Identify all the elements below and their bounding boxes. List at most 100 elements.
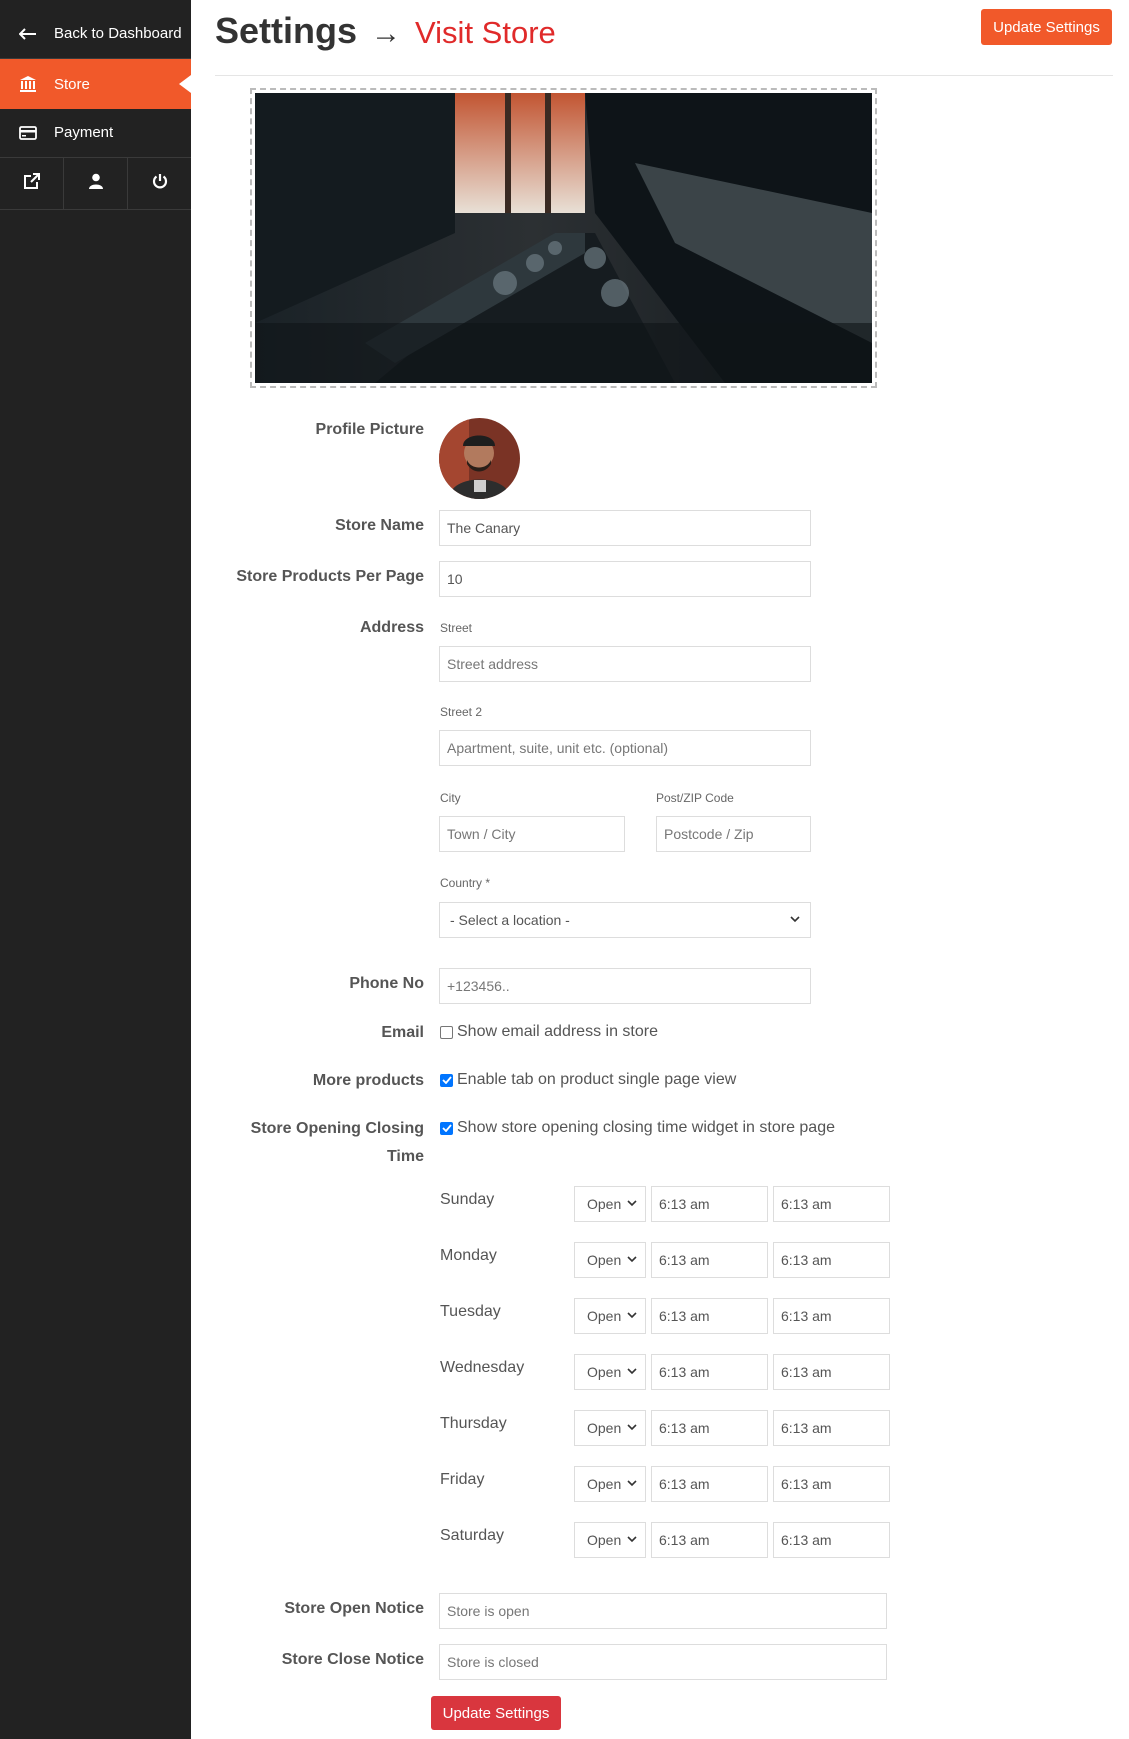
store-name-input[interactable]: The Canary: [439, 510, 811, 546]
street2-input[interactable]: Apartment, suite, unit etc. (optional): [439, 730, 811, 766]
opening-time-input[interactable]: 6:13 am: [651, 1186, 768, 1222]
arrow-left-icon: [8, 27, 48, 40]
day-status-value: Open: [587, 1476, 622, 1492]
sidebar: Back to Dashboard Store Payment: [0, 0, 191, 1739]
phone-input[interactable]: +123456..: [439, 968, 811, 1004]
chevron-down-icon: [627, 1311, 637, 1322]
day-status-select[interactable]: Open: [574, 1522, 646, 1558]
day-label: Friday: [440, 1471, 485, 1488]
opening-time-input[interactable]: 6:13 am: [651, 1466, 768, 1502]
opening-checkbox-row[interactable]: Show store opening closing time widget i…: [440, 1119, 835, 1137]
chevron-down-icon: [790, 915, 800, 926]
city-input[interactable]: Town / City: [439, 816, 625, 852]
user-icon: [88, 173, 103, 194]
back-to-dashboard-label: Back to Dashboard: [54, 25, 182, 42]
closing-time-input[interactable]: 6:13 am: [773, 1186, 890, 1222]
closing-time-input[interactable]: 6:13 am: [773, 1354, 890, 1390]
day-status-value: Open: [587, 1252, 622, 1268]
profile-avatar[interactable]: [439, 418, 520, 499]
opening-time-input[interactable]: 6:13 am: [651, 1298, 768, 1334]
country-select[interactable]: - Select a location -: [439, 902, 811, 938]
closing-time-input[interactable]: 6:13 am: [773, 1522, 890, 1558]
sidebar-item-label: Store: [54, 75, 90, 93]
update-settings-bottom-button[interactable]: Update Settings: [431, 1696, 561, 1730]
back-to-dashboard-link[interactable]: Back to Dashboard: [0, 9, 191, 59]
email-checkbox-label: Show email address in store: [457, 1023, 658, 1040]
day-label: Sunday: [440, 1191, 495, 1208]
logout-button[interactable]: [128, 158, 191, 209]
external-link-icon: [23, 172, 40, 195]
opening-closing-label-line2: Time: [386, 1148, 424, 1165]
opening-time-input[interactable]: 6:13 am: [651, 1522, 768, 1558]
email-checkbox-row[interactable]: Show email address in store: [440, 1023, 658, 1041]
store-banner[interactable]: [250, 88, 877, 388]
day-status-select[interactable]: Open: [574, 1410, 646, 1446]
opening-checkbox[interactable]: [440, 1121, 453, 1135]
sidebar-item-label: Payment: [54, 124, 114, 141]
opening-time-input[interactable]: 6:13 am: [651, 1242, 768, 1278]
profile-picture-label: Profile Picture: [315, 421, 424, 438]
more-products-checkbox[interactable]: [440, 1073, 453, 1087]
day-label: Tuesday: [440, 1303, 501, 1320]
city-label: City: [440, 791, 461, 805]
closing-time-input[interactable]: 6:13 am: [773, 1466, 890, 1502]
day-status-value: Open: [587, 1308, 622, 1324]
sidebar-item-store[interactable]: Store: [0, 59, 191, 109]
country-label: Country *: [440, 876, 491, 890]
day-status-value: Open: [587, 1364, 622, 1380]
settings-title: Settings: [215, 10, 358, 51]
update-settings-top-button[interactable]: Update Settings: [981, 9, 1112, 45]
opening-time-input[interactable]: 6:13 am: [651, 1354, 768, 1390]
close-notice-label: Store Close Notice: [281, 1651, 424, 1668]
visit-store-button[interactable]: [0, 158, 64, 209]
header-divider: [215, 75, 1113, 76]
day-label: Wednesday: [440, 1359, 525, 1376]
closing-time-input[interactable]: 6:13 am: [773, 1410, 890, 1446]
credit-card-icon: [8, 125, 48, 140]
bank-icon: [8, 75, 48, 93]
day-status-value: Open: [587, 1420, 622, 1436]
check-icon: [441, 1124, 452, 1132]
close-notice-input[interactable]: Store is closed: [439, 1644, 887, 1680]
zip-label: Post/ZIP Code: [656, 791, 734, 805]
day-status-select[interactable]: Open: [574, 1298, 646, 1334]
day-status-select[interactable]: Open: [574, 1186, 646, 1222]
chevron-down-icon: [627, 1367, 637, 1378]
more-products-checkbox-row[interactable]: Enable tab on product single page view: [440, 1071, 736, 1089]
street-input[interactable]: Street address: [439, 646, 811, 682]
open-notice-label: Store Open Notice: [284, 1600, 424, 1617]
phone-label: Phone No: [349, 975, 424, 992]
avatar-image: [439, 418, 520, 499]
opening-time-input[interactable]: 6:13 am: [651, 1410, 768, 1446]
day-label: Saturday: [440, 1527, 505, 1544]
day-status-select[interactable]: Open: [574, 1354, 646, 1390]
title-arrow: →: [371, 17, 402, 50]
visit-store-link[interactable]: Visit Store: [415, 15, 556, 50]
check-icon: [441, 1076, 452, 1084]
sidebar-icon-row: [0, 158, 191, 210]
day-status-select[interactable]: Open: [574, 1242, 646, 1278]
profile-button[interactable]: [64, 158, 128, 209]
chevron-down-icon: [627, 1535, 637, 1546]
page-title: Settings → Visit Store: [215, 10, 556, 52]
chevron-down-icon: [627, 1255, 637, 1266]
street-label: Street: [440, 621, 473, 635]
street2-label: Street 2: [440, 705, 483, 719]
day-status-value: Open: [587, 1532, 622, 1548]
sidebar-item-payment[interactable]: Payment: [0, 108, 191, 158]
country-select-value: - Select a location -: [450, 912, 570, 928]
chevron-down-icon: [627, 1423, 637, 1434]
products-per-page-input[interactable]: 10: [439, 561, 811, 597]
chevron-down-icon: [627, 1479, 637, 1490]
day-status-select[interactable]: Open: [574, 1466, 646, 1502]
opening-checkbox-label: Show store opening closing time widget i…: [457, 1119, 835, 1136]
store-name-label: Store Name: [335, 517, 424, 534]
email-checkbox[interactable]: [440, 1025, 453, 1039]
address-label: Address: [359, 619, 424, 636]
opening-closing-label-line1: Store Opening Closing: [250, 1120, 424, 1137]
closing-time-input[interactable]: 6:13 am: [773, 1242, 890, 1278]
closing-time-input[interactable]: 6:13 am: [773, 1298, 890, 1334]
open-notice-input[interactable]: Store is open: [439, 1593, 887, 1629]
zip-input[interactable]: Postcode / Zip: [656, 816, 811, 852]
power-icon: [152, 173, 168, 194]
